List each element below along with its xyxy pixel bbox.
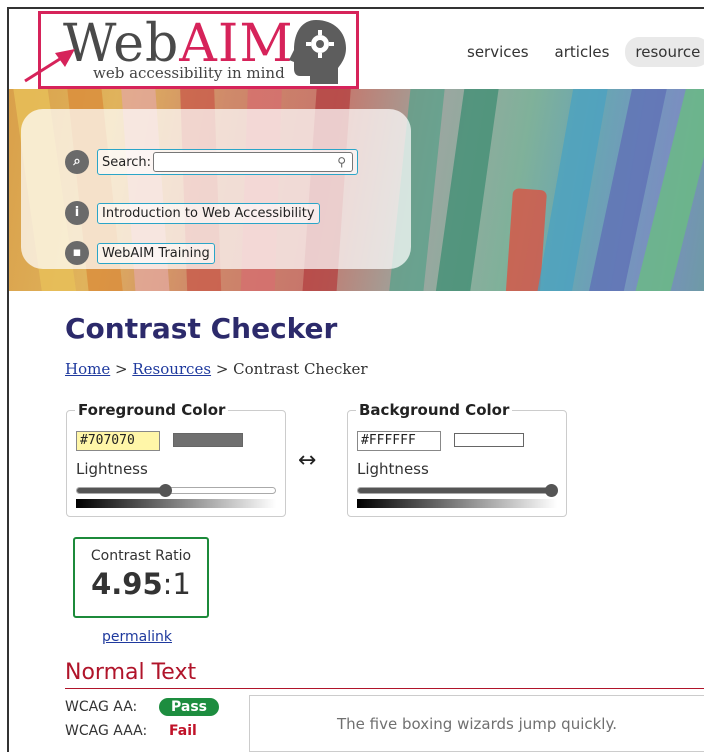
foreground-color-picker[interactable] [173,433,243,447]
foreground-lightness-label: Lightness [76,460,148,478]
background-lightness-label: Lightness [357,460,429,478]
ratio-number: 4.95 [91,567,163,601]
hero-banner: ⌕ Search: ⚲ i Introduction to Web Access… [9,89,704,291]
slider-fill [77,488,165,493]
contrast-ratio-value: 4.95:1 [75,567,207,601]
logo-tagline: web accessibility in mind [93,64,285,82]
normal-text-heading: Normal Text [65,660,197,685]
breadcrumb-sep: > [211,360,234,378]
lightness-gradient-bar [76,499,276,508]
breadcrumb-sep: > [110,360,133,378]
lightness-gradient-bar [357,499,557,508]
site-header: WebAIM web accessibility in mind service… [9,9,704,89]
swap-colors-icon[interactable]: ↔ [298,448,316,473]
search-icon[interactable]: ⚲ [337,155,346,169]
annotation-arrow-icon [24,49,75,83]
wcag-aaa-row: WCAG AAA: Fail [65,723,197,739]
main-nav: services articles resource [457,37,704,67]
background-color-picker[interactable] [454,433,524,447]
wcag-aa-result-badge: Pass [159,698,219,716]
breadcrumb: Home > Resources > Contrast Checker [65,360,368,378]
nav-articles[interactable]: articles [545,37,620,67]
quick-links-panel: ⌕ Search: ⚲ i Introduction to Web Access… [21,109,411,269]
search-input[interactable]: ⚲ [153,152,354,172]
nav-resources[interactable]: resource [625,37,704,67]
section-divider [65,688,704,689]
foreground-lightness-slider[interactable] [76,484,276,497]
wcag-aa-label: WCAG AA: [65,699,138,715]
training-head-icon: ▪ [65,241,89,265]
slider-fill [358,488,551,493]
sample-text: The five boxing wizards jump quickly. [337,714,617,733]
intro-row: i Introduction to Web Accessibility [65,201,320,225]
sample-text-preview: The five boxing wizards jump quickly. [249,695,704,752]
contrast-ratio-label: Contrast Ratio [90,548,192,564]
slider-thumb[interactable] [545,484,558,497]
intro-link[interactable]: Introduction to Web Accessibility [97,202,320,224]
nav-services[interactable]: services [457,37,539,67]
info-head-icon: i [65,201,89,225]
foreground-legend: Foreground Color [75,401,229,419]
slider-thumb[interactable] [159,484,172,497]
foreground-color-group: Foreground Color #707070 Lightness [66,401,286,517]
background-color-group: Background Color #FFFFFF Lightness [347,401,567,517]
permalink-link[interactable]: permalink [102,629,172,645]
breadcrumb-resources[interactable]: Resources [132,360,211,378]
wcag-aa-row: WCAG AA: Pass [65,698,219,716]
wcag-aaa-result: Fail [169,723,197,739]
breadcrumb-home[interactable]: Home [65,360,110,378]
search-head-icon: ⌕ [65,150,89,174]
foreground-hex-input[interactable]: #707070 [76,431,160,451]
ratio-suffix: :1 [162,567,191,601]
search-field-wrapper: Search: ⚲ [97,149,359,175]
background-lightness-slider[interactable] [357,484,558,497]
search-row: ⌕ Search: ⚲ [65,149,359,175]
background-legend: Background Color [356,401,513,419]
training-link[interactable]: WebAIM Training [97,242,215,264]
training-row: ▪ WebAIM Training [65,241,215,265]
page-title: Contrast Checker [65,312,338,345]
head-gear-icon [289,20,346,84]
wcag-aaa-label: WCAG AAA: [65,723,148,739]
contrast-ratio-box: Contrast Ratio 4.95:1 [73,537,209,618]
breadcrumb-current: Contrast Checker [233,360,368,378]
background-hex-input[interactable]: #FFFFFF [357,431,441,451]
search-label: Search: [102,154,152,170]
